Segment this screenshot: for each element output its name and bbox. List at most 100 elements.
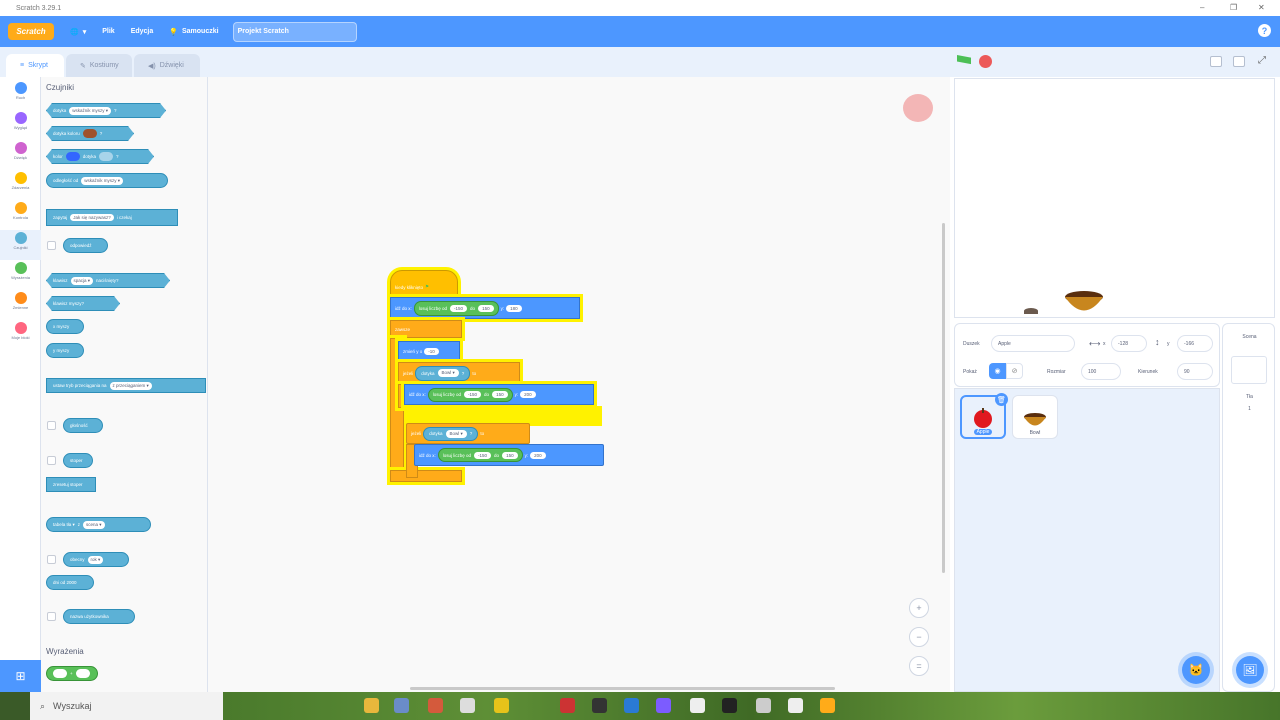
block-menu[interactable]: Bowl ▾ — [437, 369, 459, 377]
category-variables[interactable]: Zmienne — [0, 292, 41, 320]
block-reset-timer[interactable]: zresetuj stoper — [46, 477, 96, 492]
block-distance-to[interactable]: odległość od wskaźnik myszy ▾ — [46, 173, 168, 188]
help-icon[interactable]: ? — [1258, 24, 1271, 37]
random-block[interactable]: losuj liczbę od -150 do 150 — [437, 448, 523, 462]
zoom-reset-icon[interactable]: = — [909, 656, 929, 676]
block-input[interactable]: 150 — [502, 451, 518, 459]
app-icon[interactable] — [428, 698, 443, 713]
block-input[interactable]: -150 — [464, 391, 482, 398]
block-input[interactable]: 150 — [492, 391, 508, 398]
when-flag-clicked-block[interactable]: kiedy kliknięto ⚑ — [390, 270, 458, 296]
stage-target-panel[interactable]: Scena Tła 1 — [1222, 323, 1275, 692]
block-timer[interactable]: stoper — [63, 453, 93, 468]
block-menu[interactable]: wskaźnik myszy ▾ — [81, 176, 124, 185]
block-touching[interactable]: dotyka wskaźnik myszy ▾? — [46, 103, 166, 118]
block-input[interactable] — [53, 669, 67, 678]
add-backdrop-button[interactable]: 🖼 — [1236, 656, 1264, 684]
color-swatch[interactable] — [99, 152, 113, 161]
block-input[interactable]: 200 — [520, 391, 536, 398]
category-sound[interactable]: Dźwięk — [0, 142, 41, 170]
monitor-checkbox[interactable] — [47, 241, 56, 250]
category-events[interactable]: Zdarzenia — [0, 172, 41, 200]
block-input[interactable]: 150 — [478, 304, 494, 312]
goto-xy-block-3[interactable]: idź do x: losuj liczbę od -150 do 150 y: 200 — [414, 444, 604, 466]
tab-costumes[interactable]: ✎ Kostiumy — [66, 54, 132, 77]
forever-block[interactable]: zawsze — [390, 320, 462, 338]
block-input[interactable]: Jak się nazywasz? — [70, 214, 114, 221]
close-icon[interactable]: ✕ — [1258, 3, 1265, 12]
edit-menu[interactable]: Edycja — [131, 28, 154, 35]
tab-code[interactable]: ≡ Skrypt — [6, 54, 64, 77]
change-y-block[interactable]: zmień y o -10 — [398, 341, 460, 361]
maximize-icon[interactable]: ❐ — [1230, 3, 1237, 12]
bowl-sprite-icon[interactable] — [1064, 290, 1104, 314]
monitor-checkbox[interactable] — [47, 421, 56, 430]
fullscreen-icon[interactable]: ⤢ — [1258, 55, 1266, 66]
minimize-icon[interactable]: – — [1200, 3, 1204, 12]
if-block-1[interactable]: jeżeli dotyka Bowl ▾? to — [398, 362, 520, 384]
block-input[interactable]: -150 — [450, 304, 468, 312]
mouse-sprite-icon[interactable] — [1024, 308, 1038, 314]
language-menu[interactable]: 🌐 ▾ — [70, 28, 86, 36]
category-myblocks[interactable]: Moje bloki — [0, 322, 41, 350]
direction-input[interactable]: 90 — [1177, 363, 1213, 380]
block-input[interactable]: -150 — [474, 451, 492, 459]
file-explorer-icon[interactable] — [364, 698, 379, 713]
app-icon[interactable] — [494, 698, 509, 713]
random-block[interactable]: losuj liczbę od -150 do 150 — [427, 387, 513, 402]
zoom-out-icon[interactable]: − — [909, 627, 929, 647]
scratch-logo[interactable]: Scratch — [8, 23, 54, 40]
small-stage-icon[interactable] — [1210, 56, 1222, 67]
block-days-since[interactable]: dni od 2000 — [46, 575, 94, 590]
goto-xy-block[interactable]: idź do x: losuj liczbę od -150 do 150 y: 180 — [390, 297, 580, 319]
block-username[interactable]: nazwa użytkownika — [63, 609, 135, 624]
category-sensing[interactable]: Czujniki — [0, 230, 41, 260]
app-icon[interactable] — [656, 698, 671, 713]
block-ask-and-wait[interactable]: zapytaj Jak się nazywasz? i czekaj — [46, 209, 178, 226]
block-input[interactable]: -10 — [424, 347, 439, 355]
block-menu[interactable]: wskaźnik myszy ▾ — [69, 107, 111, 115]
app-icon[interactable] — [560, 698, 575, 713]
sprite-name-input[interactable]: Apple — [991, 335, 1075, 352]
app-icon[interactable] — [690, 698, 705, 713]
workspace-vertical-scrollbar[interactable] — [942, 223, 945, 573]
category-motion[interactable]: Ruch — [0, 82, 41, 110]
block-menu[interactable]: z przeciąganiem ▾ — [109, 381, 152, 390]
x-input[interactable]: -128 — [1111, 335, 1147, 352]
app-icon[interactable] — [756, 698, 771, 713]
stage-canvas[interactable] — [954, 78, 1275, 318]
block-answer[interactable]: odpowiedź — [63, 238, 108, 253]
hide-eye-icon[interactable]: ⊘ — [1006, 363, 1023, 379]
category-looks[interactable]: Wygląd — [0, 112, 41, 140]
scratch-taskbar-icon[interactable] — [820, 698, 835, 713]
workspace-horizontal-scrollbar[interactable] — [410, 687, 835, 690]
monitor-checkbox[interactable] — [47, 555, 56, 564]
show-eye-icon[interactable]: ◉ — [989, 363, 1006, 379]
project-title-input[interactable]: Projekt Scratch — [232, 21, 357, 42]
block-menu[interactable]: spacja ▾ — [71, 277, 94, 285]
size-input[interactable]: 100 — [1081, 363, 1121, 380]
block-mouse-x[interactable]: x myszy — [46, 319, 84, 334]
color-swatch[interactable] — [83, 129, 97, 138]
block-input[interactable] — [75, 669, 90, 678]
random-block[interactable]: losuj liczbę od -150 do 150 — [413, 300, 499, 316]
delete-sprite-icon[interactable]: 🗑 — [995, 393, 1008, 406]
touching-block-2[interactable]: dotyka Bowl ▾? — [423, 426, 479, 441]
stage-thumbnail[interactable] — [1231, 356, 1267, 384]
app-icon[interactable] — [788, 698, 803, 713]
stop-icon[interactable] — [979, 55, 992, 68]
tutorials-menu[interactable]: 💡 Samouczki — [169, 28, 218, 36]
monitor-checkbox[interactable] — [47, 612, 56, 621]
if-block-2[interactable]: jeżeli dotyka Bowl ▾? to — [406, 423, 530, 444]
block-mouse-down[interactable]: klawisz myszy? — [46, 296, 120, 311]
app-icon[interactable] — [624, 698, 639, 713]
block-current[interactable]: obecny rok ▾ — [63, 552, 129, 567]
add-sprite-button[interactable]: 🐱 — [1182, 656, 1210, 684]
zoom-in-icon[interactable]: + — [909, 598, 929, 618]
category-operators[interactable]: Wyrażenia — [0, 262, 41, 290]
goto-xy-block-2[interactable]: idź do x: losuj liczbę od -150 do 150 y: 200 — [404, 384, 594, 405]
block-input[interactable]: 180 — [506, 304, 522, 312]
block-touching-color[interactable]: dotyka koloru? — [46, 126, 134, 141]
app-icon[interactable] — [394, 698, 409, 713]
add-extension-button[interactable]: ⊞ — [0, 660, 41, 692]
